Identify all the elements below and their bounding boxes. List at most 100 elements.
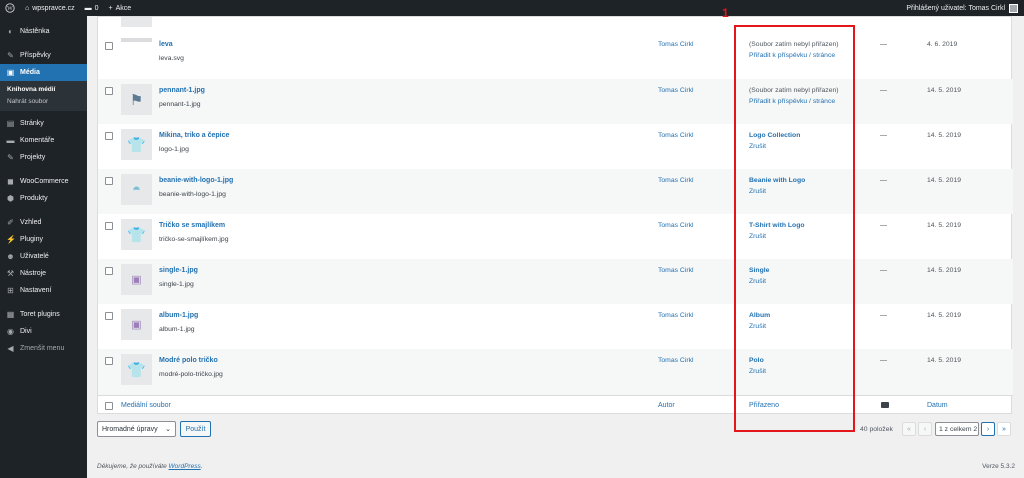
table-row: ▣ album-1.jpg album-1.jpg Tomas Cirkl Al… [98,304,1013,349]
admin-sidebar: ◐ Nástěnka ✎ Příspěvky ▣ Média Knihovna méd… [0,16,87,478]
comments-count: — [880,267,887,274]
file-name: single-1.jpg [159,281,194,288]
row-checkbox[interactable] [105,312,113,320]
author-link[interactable]: Tomas Cirkl [658,357,694,364]
comments-count: — [880,177,887,184]
sidebar-item-users[interactable]: ☻ Uživatelé [0,248,87,265]
media-title-link[interactable]: leva [159,41,173,48]
upload-date: 14. 5. 2019 [927,132,962,139]
sidebar-item-divi[interactable]: ◉ Divi [0,323,87,340]
album-icon: ▣ [131,274,142,286]
comments-count: — [880,87,887,94]
author-link[interactable]: Tomas Cirkl [658,177,694,184]
site-name: wpspravce.cz [32,4,75,12]
select-all-checkbox[interactable] [105,402,113,410]
upload-date: 14. 5. 2019 [927,222,962,229]
polo-thumbnail: 👕 [121,354,152,385]
comments-count: — [880,222,887,229]
svg-text:W: W [7,6,13,12]
upload-date: 14. 5. 2019 [927,267,962,274]
file-name: logo-1.jpg [159,146,189,153]
sidebar-item-projects[interactable]: ✎ Projekty [0,149,87,166]
last-page-button[interactable]: » [997,422,1011,436]
divi-icon: ◉ [7,327,14,336]
next-page-button[interactable]: › [981,422,995,436]
current-page-input[interactable]: 1 z celkem 2 [935,422,979,436]
sidebar-item-dashboard[interactable]: ◐ Nástěnka [0,23,87,40]
plugin-icon: ▦ [6,310,15,319]
file-name: beanie-with-logo-1.jpg [159,191,226,198]
site-name-link[interactable]: ⌂ wpspravce.cz [20,0,80,16]
row-checkbox[interactable] [105,177,113,185]
submenu-upload-file[interactable]: Nahrát soubor [0,96,87,108]
submenu-media-library[interactable]: Knihovna médií [0,84,87,96]
column-header-file[interactable]: Mediální soubor [121,402,171,409]
author-link[interactable]: Tomas Cirkl [658,267,694,274]
row-checkbox[interactable] [105,357,113,365]
new-content-link[interactable]: + Akce [104,0,137,16]
wordpress-logo-icon[interactable]: W [0,0,20,16]
pennant-thumbnail: ⚑ [121,84,152,115]
author-link[interactable]: Tomas Cirkl [658,87,694,94]
first-page-button: « [902,422,916,436]
column-header-author[interactable]: Autor [658,402,675,409]
media-title-link[interactable]: single-1.jpg [159,267,198,274]
sidebar-item-tools[interactable]: ⚒ Nástroje [0,265,87,282]
bulk-actions-select[interactable]: Hromadné úpravy ⌄ [97,421,176,437]
media-submenu: Knihovna médií Nahrát soubor [0,81,87,111]
author-link[interactable]: Tomas Cirkl [658,222,694,229]
sidebar-item-appearance[interactable]: ✐ Vzhled [0,214,87,231]
media-title-link[interactable]: Mikina, triko a čepice [159,132,229,139]
plus-icon: + [108,4,113,12]
comment-icon: ▬ [6,136,15,145]
media-title-link[interactable]: beanie-with-logo-1.jpg [159,177,233,184]
collapse-icon: ◀ [7,344,14,353]
my-account[interactable]: Přihlášený uživatel: Tomas Cirkl [906,3,1024,13]
comments-column-icon[interactable] [881,402,889,408]
author-link[interactable]: Tomas Cirkl [658,312,694,319]
sidebar-item-woocommerce[interactable]: ◼ WooCommerce [0,173,87,190]
user-greeting: Přihlášený uživatel: Tomas Cirkl [906,4,1005,12]
media-title-link[interactable]: Modré polo tričko [159,357,218,364]
sidebar-item-plugins[interactable]: ⚡ Pluginy [0,231,87,248]
sidebar-item-posts[interactable]: ✎ Příspěvky [0,47,87,64]
author-link[interactable]: Tomas Cirkl [658,41,694,48]
sidebar-item-comments[interactable]: ▬ Komentáře [0,132,87,149]
media-title-link[interactable]: album-1.jpg [159,312,198,319]
clothing-thumbnail: 👕 [121,129,152,160]
box-icon: ⬢ [7,194,14,203]
row-checkbox[interactable] [105,222,113,230]
sidebar-item-toret-plugins[interactable]: ▦ Toret plugins [0,306,87,323]
items-count: 40 položek [860,426,893,433]
media-title-link[interactable]: Tričko se smajlíkem [159,222,225,229]
wordpress-link[interactable]: WordPress [169,463,201,470]
wrench-icon: ⚒ [6,269,15,278]
media-list-table: leva leva.svg Tomas Cirkl (Soubor zatím … [97,16,1013,414]
table-row: leva leva.svg Tomas Cirkl (Soubor zatím … [98,34,1013,79]
column-header-date[interactable]: Datum [927,402,948,409]
pin-icon: ✎ [7,51,14,60]
annotation-number: 1 [722,6,729,20]
brush-icon: ✐ [7,218,14,227]
row-checkbox[interactable] [105,42,113,50]
partial-thumbnail [121,17,152,27]
comment-bubble-icon: ▬ [84,4,92,12]
row-checkbox[interactable] [105,267,113,275]
woo-icon: ◼ [7,177,14,186]
row-checkbox[interactable] [105,132,113,140]
sidebar-item-media[interactable]: ▣ Média [0,64,87,81]
author-link[interactable]: Tomas Cirkl [658,132,694,139]
comments-link[interactable]: ▬ 0 [80,0,104,16]
collapse-menu-button[interactable]: ◀ Zmenšit menu [0,340,87,357]
upload-date: 14. 5. 2019 [927,177,962,184]
comments-count: — [880,132,887,139]
sidebar-item-pages[interactable]: ▤ Stránky [0,115,87,132]
row-checkbox[interactable] [105,87,113,95]
sidebar-item-settings[interactable]: ⊞ Nastavení [0,282,87,299]
sidebar-item-products[interactable]: ⬢ Produkty [0,190,87,207]
apply-button[interactable]: Použít [180,421,211,437]
table-row: ⚑ pennant-1.jpg pennant-1.jpg Tomas Cirk… [98,79,1013,124]
media-title-link[interactable]: pennant-1.jpg [159,87,205,94]
upload-date: 4. 6. 2019 [927,41,958,48]
admin-bar: W ⌂ wpspravce.cz ▬ 0 + Akce Přihlášený u… [0,0,1024,16]
